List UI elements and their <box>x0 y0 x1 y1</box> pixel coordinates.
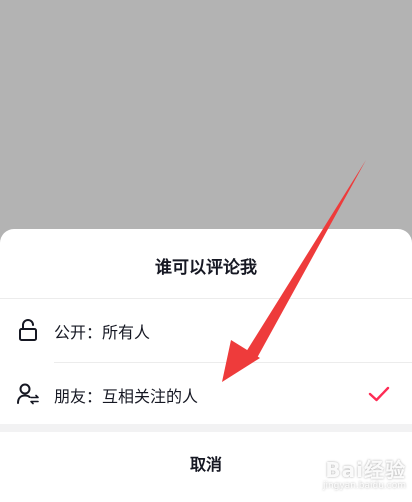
section-gap <box>0 424 412 432</box>
screen: 谁可以评论我 公开：所有人 朋友：互相关注的人 取消 Bai经验 jingyan… <box>0 0 412 502</box>
checkmark-icon <box>368 386 390 402</box>
mutual-friends-icon <box>17 383 39 405</box>
option-public-label: 公开：所有人 <box>54 323 151 342</box>
watermark-url: jingyan.baidu.com <box>322 481 406 491</box>
watermark-brand: Bai经验 <box>325 458 406 482</box>
option-public[interactable]: 公开：所有人 <box>0 299 412 363</box>
option-friends-label: 朋友：互相关注的人 <box>54 387 199 406</box>
option-friends[interactable]: 朋友：互相关注的人 <box>0 363 412 427</box>
sheet-title: 谁可以评论我 <box>155 258 257 278</box>
unlock-icon <box>19 319 37 341</box>
baidu-jingyan-watermark: Bai经验 jingyan.baidu.com <box>306 454 406 498</box>
